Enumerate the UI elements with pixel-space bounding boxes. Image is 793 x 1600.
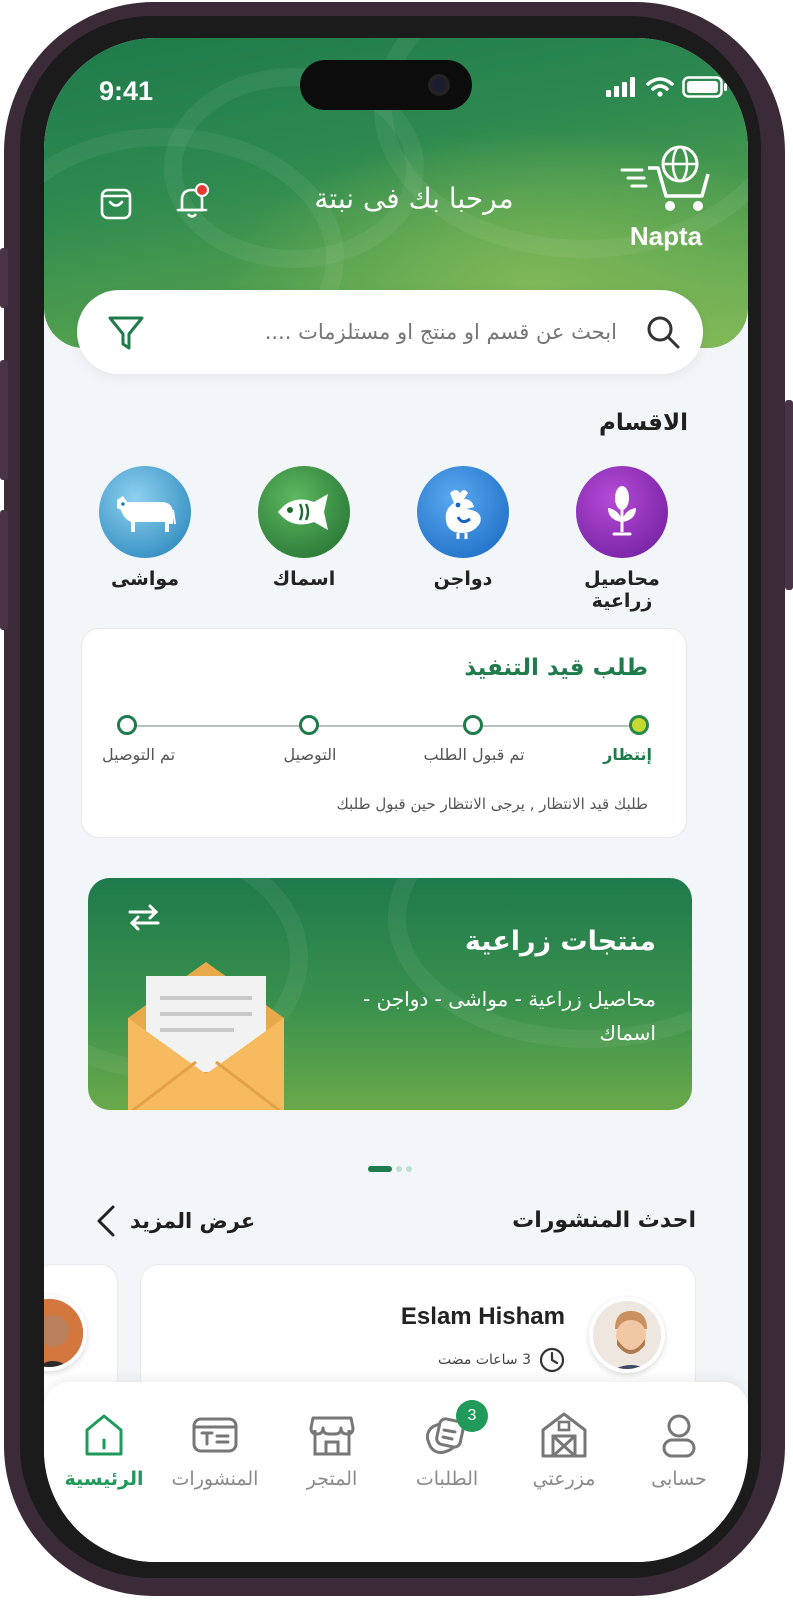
banner-pager [368,1166,412,1172]
step-label-waiting: إنتظار [603,745,652,764]
step-dot-accepted [463,715,483,735]
notification-bell-icon[interactable] [172,182,212,222]
fish-icon [258,466,350,558]
camera-icon [428,74,450,96]
home-icon [79,1410,129,1460]
swap-arrows-icon[interactable] [126,902,162,932]
category-label: محاصيل زراعية [584,568,660,612]
nav-home[interactable]: الرئيسية [49,1410,159,1490]
step-label-delivering: التوصيل [283,745,337,764]
logo-text: Napta [629,221,703,251]
side-button [0,360,8,480]
category-poultry[interactable]: دواجن [393,466,533,590]
cart-globe-icon [620,145,710,211]
step-dot-delivered [117,715,137,735]
napta-logo: Napta [618,144,714,252]
see-more-label: عرض المزيد [130,1209,256,1233]
category-crops[interactable]: محاصيل زراعية [552,466,692,612]
chicken-icon [417,466,509,558]
category-livestock[interactable]: مواشى [75,466,215,590]
search-input[interactable] [197,312,617,352]
nav-farm[interactable]: مزرعتي [509,1410,619,1490]
side-button [785,400,793,590]
post-author-name: Eslam Hisham [400,1303,565,1330]
status-time: 9:41 [99,76,154,106]
filter-icon[interactable] [107,314,145,352]
nav-store[interactable]: المتجر [277,1410,387,1490]
step-label-accepted: تم قبول الطلب [423,745,525,764]
nav-label: الطلبات [415,1468,479,1490]
avatar [589,1297,665,1373]
nav-label: المنشورات [171,1468,259,1490]
posts-icon [190,1410,240,1460]
avatar [44,1295,87,1371]
orders-icon: 3 [422,1400,488,1460]
signal-icon [606,77,635,97]
nav-label: مزرعتي [532,1468,596,1490]
category-label: اسماك [272,568,336,590]
dynamic-island [300,60,472,110]
nav-orders[interactable]: 3 الطلبات [392,1400,502,1490]
categories-title: الاقسام [599,410,688,436]
banner-subtitle: محاصيل زراعية - مواشى - دواجن - اسماك [363,987,656,1045]
banner-title: منتجات زراعية [464,926,656,957]
clock-icon [539,1347,565,1373]
order-title: طلب قيد التنفيذ [464,655,648,681]
app-screen: 9:41 Napta مرحبا بك فى نبتة ابحث عن قسم … [44,38,748,1562]
store-icon [307,1410,357,1460]
category-label: مواشى [110,568,180,590]
status-icons [606,76,728,98]
nav-posts[interactable]: المنشورات [160,1410,270,1490]
step-dot-waiting [629,715,649,735]
posts-title: احدث المنشورات [512,1208,696,1233]
step-dot-delivering [299,715,319,735]
order-note: طلبك قيد الانتظار , يرجى الانتظار حين قب… [336,795,649,813]
user-icon [654,1410,704,1460]
side-button [0,248,8,308]
envelope-icon [124,958,288,1110]
notification-dot [195,183,209,197]
order-status-card[interactable]: طلب قيد التنفيذ إنتظار تم قبول الطلب الت… [81,628,687,838]
nav-account[interactable]: حسابى [624,1410,734,1490]
category-label: دواجن [433,568,493,590]
nav-label: المتجر [306,1468,358,1490]
pager-dot[interactable] [406,1166,412,1172]
see-more-link[interactable]: عرض المزيد [96,1204,255,1238]
orders-count-badge: 3 [456,1400,488,1432]
search-bar [77,290,703,374]
wifi-icon [646,77,674,97]
chevron-left-icon [97,1205,115,1237]
cow-icon [99,466,191,558]
bottom-navigation: الرئيسية المنشورات المتجر 3 الطلبات مزرع… [44,1382,748,1562]
promo-banner[interactable]: منتجات زراعية محاصيل زراعية - مواشى - دو… [88,878,692,1110]
pager-dot[interactable] [368,1166,392,1172]
post-time: 3 ساعات مضت [438,1347,565,1373]
barn-icon [539,1410,589,1460]
step-label-delivered: تم التوصيل [102,745,176,764]
post-time-label: 3 ساعات مضت [437,1352,531,1368]
side-button [0,510,8,630]
pager-dot[interactable] [396,1166,402,1172]
battery-icon [682,76,727,98]
progress-track [128,725,644,727]
search-icon[interactable] [645,314,681,350]
nav-label: الرئيسية [64,1468,144,1490]
nav-label: حسابى [651,1468,707,1490]
welcome-title: مرحبا بك فى نبتة [314,182,514,215]
category-fish[interactable]: اسماك [234,466,374,590]
sprout-icon [576,466,668,558]
shopping-bag-icon[interactable] [96,182,136,222]
